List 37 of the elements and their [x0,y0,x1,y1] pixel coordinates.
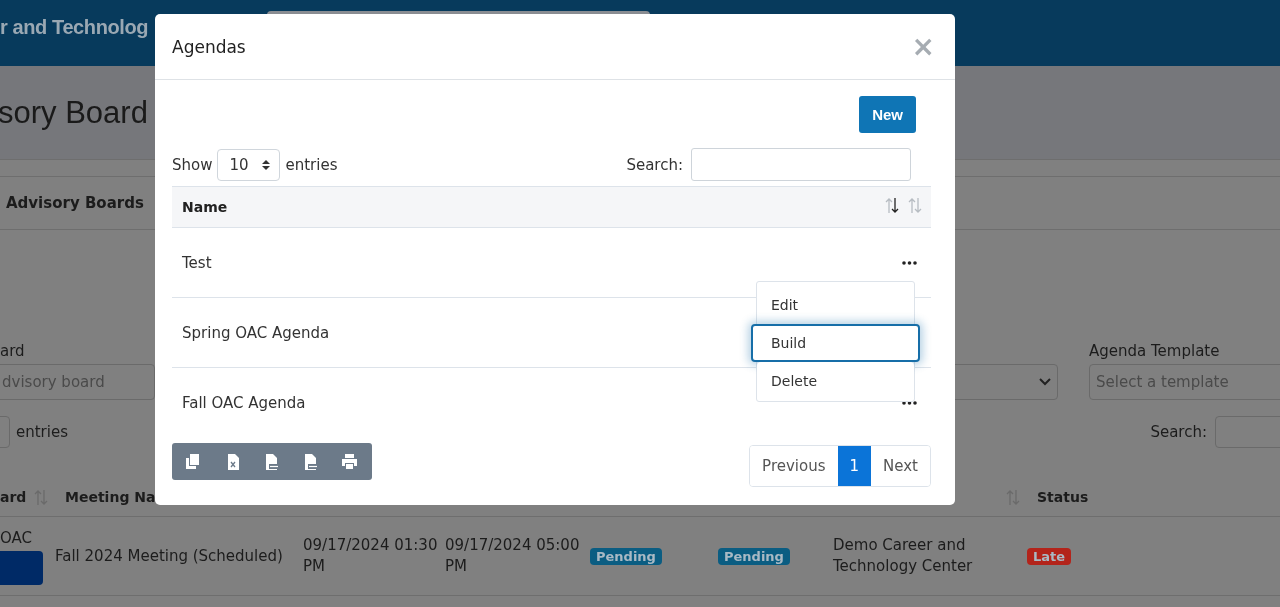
more-icon[interactable] [902,260,917,265]
agenda-name: Fall OAC Agenda [182,394,306,412]
agenda-name: Spring OAC Agenda [182,323,330,342]
table-cell-text: Demo Career and Technology Center [833,535,974,577]
filter-label: ard [0,342,26,360]
status-badge: Pending [718,547,790,565]
tab[interactable]: Advisory Boards [6,194,144,212]
show-label: Show [172,155,213,174]
table-cell-text: 09/17/2024 05:00 PM [445,535,581,577]
print-icon [340,454,358,469]
dialog-title: Agendas [172,36,246,57]
sort-icon[interactable] [884,196,900,214]
column-header[interactable]: ard [0,489,33,505]
agenda-name: Test [182,253,212,272]
table-cell-text: Fall 2024 Meeting (Scheduled) [55,545,284,567]
board-button[interactable] [0,550,43,585]
column-header[interactable]: Status [1037,489,1237,505]
page-button[interactable]: 1 [837,446,872,486]
new-button[interactable]: New [859,96,916,133]
app-title: r and Technolog [0,16,150,39]
status-badge: Late [1027,547,1072,565]
filter-label: Agenda Template [1089,342,1221,360]
more-icon[interactable] [902,401,917,405]
status-badge: Pending [590,547,662,565]
chevron-icon [1039,378,1051,386]
export-button[interactable] [340,452,358,471]
entries-label: entries [16,423,68,441]
search-label: Search: [1150,423,1207,441]
table-cell-text: 09/17/2024 01:30 PM [303,535,439,577]
table-cell: OAC [0,527,32,549]
copy-icon [185,453,201,470]
search-label: Search: [626,155,683,174]
entries-label: entries [285,155,338,174]
updown-icon [262,158,271,171]
menu-item[interactable]: Build [751,324,920,362]
export-button[interactable] [184,452,202,471]
entries-select[interactable]: 10 [217,148,281,181]
